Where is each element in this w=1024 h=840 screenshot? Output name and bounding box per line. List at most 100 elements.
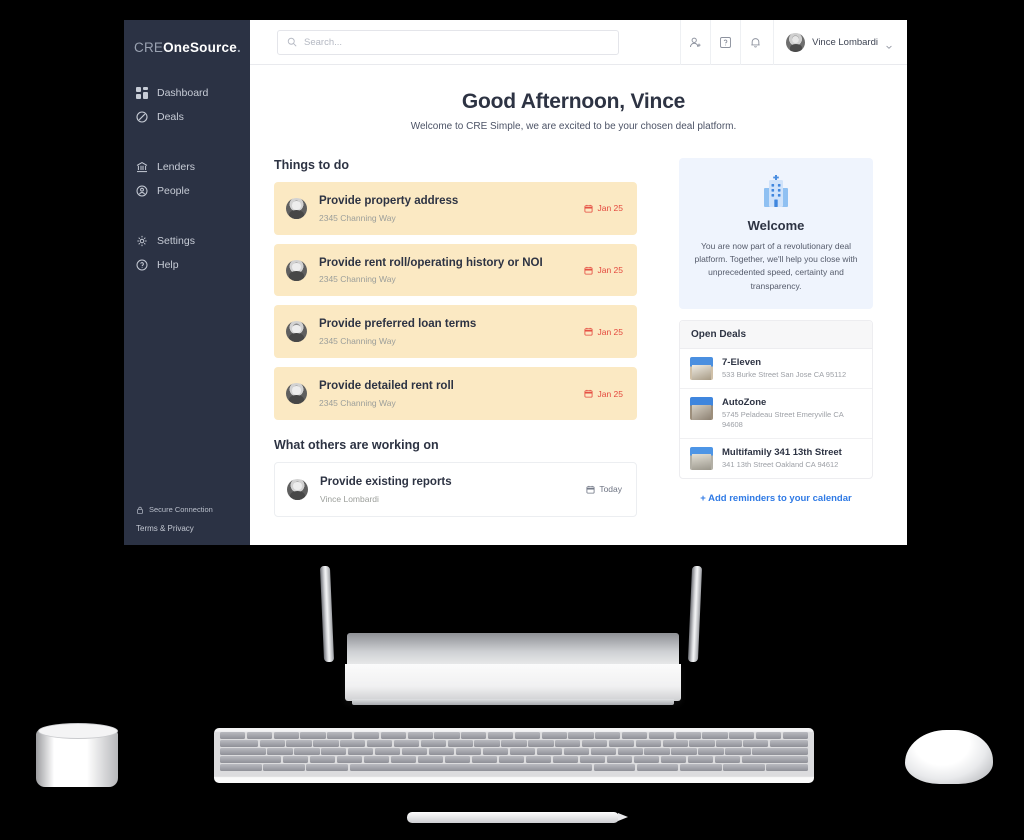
property-thumbnail bbox=[690, 447, 713, 471]
person-circle-icon bbox=[136, 185, 148, 197]
tasks-column: Things to do Provide property address 23… bbox=[274, 158, 637, 545]
terms-privacy-link[interactable]: Terms & Privacy bbox=[136, 524, 250, 533]
keyboard-keys bbox=[220, 732, 808, 771]
avatar bbox=[286, 383, 307, 405]
sidebar-group-secondary: Lenders People bbox=[124, 155, 250, 203]
sidebar-group-primary: Dashboard Deals bbox=[124, 81, 250, 129]
gear-icon bbox=[136, 235, 148, 247]
desk-cup bbox=[36, 723, 118, 787]
calendar-icon bbox=[584, 266, 593, 275]
deal-name: 7-Eleven bbox=[722, 356, 762, 368]
logo-part-1: CRE bbox=[134, 40, 164, 55]
deal-row[interactable]: AutoZone 5745 Peladeau Street Emeryville… bbox=[680, 389, 872, 440]
user-name: Vince Lombardi bbox=[812, 36, 878, 48]
task-subtitle: 2345 Channing Way bbox=[319, 397, 396, 408]
deal-row[interactable]: 7-Eleven 533 Burke Street San Jose CA 95… bbox=[680, 349, 872, 389]
keyboard-row bbox=[220, 756, 808, 763]
sidebar-item-label: People bbox=[157, 184, 190, 197]
avatar bbox=[286, 197, 307, 219]
task-due-label: Jan 25 bbox=[597, 265, 623, 276]
task-card[interactable]: Provide detailed rent roll 2345 Channing… bbox=[274, 367, 637, 420]
deal-row[interactable]: Multifamily 341 13th Street 341 13th Str… bbox=[680, 439, 872, 478]
task-subtitle: 2345 Channing Way bbox=[319, 274, 396, 285]
sidebar-item-label: Settings bbox=[157, 234, 195, 247]
task-subtitle: 2345 Channing Way bbox=[319, 336, 396, 347]
sidebar-item-people[interactable]: People bbox=[124, 179, 250, 203]
monitor-stand-arm-left bbox=[319, 566, 335, 662]
app-window: CREOneSource. Dashboard Deals Lenders Pe… bbox=[124, 20, 907, 545]
keyboard bbox=[214, 728, 814, 783]
search-box[interactable] bbox=[277, 29, 619, 55]
keyboard-row bbox=[220, 740, 808, 747]
desk-mockup-scene: CREOneSource. Dashboard Deals Lenders Pe… bbox=[0, 0, 1024, 840]
chevron-down-icon bbox=[885, 38, 893, 49]
avatar bbox=[286, 321, 307, 343]
task-title: Provide existing reports bbox=[320, 475, 452, 488]
sidebar-nav: Dashboard Deals Lenders People Settings … bbox=[124, 81, 250, 277]
deal-address: 5745 Peladeau Street Emeryville CA 94608 bbox=[722, 409, 844, 429]
keyboard-row bbox=[220, 764, 808, 771]
others-task-card[interactable]: Provide existing reports Vince Lombardi … bbox=[274, 461, 637, 517]
sidebar-item-label: Lenders bbox=[157, 160, 195, 173]
task-due-date: Today bbox=[586, 484, 622, 494]
task-card[interactable]: Provide property address 2345 Channing W… bbox=[274, 182, 637, 235]
task-card[interactable]: Provide preferred loan terms 2345 Channi… bbox=[274, 305, 637, 359]
secure-connection-indicator: Secure Connection bbox=[136, 505, 250, 514]
side-panel: Welcome You are now part of a revolution… bbox=[679, 158, 873, 545]
things-to-do-title: Things to do bbox=[274, 158, 349, 172]
app-logo[interactable]: CREOneSource. bbox=[124, 20, 250, 55]
deal-address: 341 13th Street Oakland CA 94612 bbox=[722, 460, 839, 470]
property-thumbnail bbox=[690, 356, 713, 380]
notifications-button[interactable] bbox=[740, 20, 770, 65]
deal-address: 533 Burke Street San Jose CA 95112 bbox=[722, 369, 847, 379]
monitor-stand-arm-right bbox=[687, 566, 703, 662]
open-deals-card: Open Deals 7-Eleven 533 Burke Street San… bbox=[679, 319, 873, 480]
keyboard-row bbox=[220, 732, 808, 739]
sidebar-item-settings[interactable]: Settings bbox=[124, 229, 250, 253]
secure-connection-label: Secure Connection bbox=[149, 505, 213, 514]
calendar-icon bbox=[584, 327, 593, 336]
deals-tag-icon bbox=[136, 111, 148, 123]
sidebar-item-dashboard[interactable]: Dashboard bbox=[124, 81, 250, 105]
add-user-icon bbox=[689, 36, 702, 49]
sidebar: CREOneSource. Dashboard Deals Lenders Pe… bbox=[124, 20, 250, 545]
add-user-button[interactable] bbox=[680, 20, 710, 65]
sidebar-item-label: Dashboard bbox=[157, 86, 209, 99]
top-bar-actions: Vince Lombardi bbox=[680, 20, 893, 65]
task-title: Provide rent roll/operating history or N… bbox=[319, 256, 543, 269]
office-building-icon bbox=[756, 172, 796, 212]
task-subtitle: 2345 Channing Way bbox=[319, 212, 396, 223]
task-card[interactable]: Provide rent roll/operating history or N… bbox=[274, 243, 637, 297]
welcome-text: You are now part of a revolutionary deal… bbox=[694, 241, 858, 291]
help-circle-icon bbox=[136, 259, 148, 271]
sidebar-item-label: Help bbox=[157, 258, 179, 271]
monitor-stand-base bbox=[345, 664, 681, 701]
task-due-date: Jan 25 bbox=[584, 389, 623, 399]
calendar-icon bbox=[586, 485, 595, 494]
calendar-icon bbox=[584, 204, 593, 213]
task-due-date: Jan 25 bbox=[584, 265, 623, 275]
help-button[interactable] bbox=[710, 20, 740, 65]
logo-part-3: . bbox=[236, 40, 241, 55]
task-due-label: Jan 25 bbox=[597, 203, 623, 214]
page-title: Good Afternoon, Vince bbox=[461, 90, 686, 113]
search-input[interactable] bbox=[304, 36, 609, 48]
computer-mouse bbox=[905, 730, 993, 784]
sidebar-item-lenders[interactable]: Lenders bbox=[124, 155, 250, 179]
keyboard-row bbox=[220, 748, 808, 755]
deal-name: Multifamily 341 13th Street bbox=[722, 447, 842, 459]
user-menu[interactable]: Vince Lombardi bbox=[773, 20, 893, 65]
deal-name: AutoZone bbox=[722, 396, 767, 408]
task-due-date: Jan 25 bbox=[584, 203, 623, 213]
sidebar-footer: Secure Connection Terms & Privacy bbox=[124, 505, 250, 533]
task-due-label: Jan 25 bbox=[597, 388, 623, 399]
avatar bbox=[786, 32, 806, 52]
bank-building-icon bbox=[136, 161, 148, 173]
add-reminders-link[interactable]: + Add reminders to your calendar bbox=[679, 479, 873, 504]
search-icon bbox=[287, 37, 297, 47]
sidebar-item-deals[interactable]: Deals bbox=[124, 105, 250, 129]
task-title: Provide detailed rent roll bbox=[319, 380, 454, 393]
property-thumbnail bbox=[690, 396, 713, 420]
task-title: Provide property address bbox=[319, 195, 459, 207]
sidebar-item-help[interactable]: Help bbox=[124, 253, 250, 277]
